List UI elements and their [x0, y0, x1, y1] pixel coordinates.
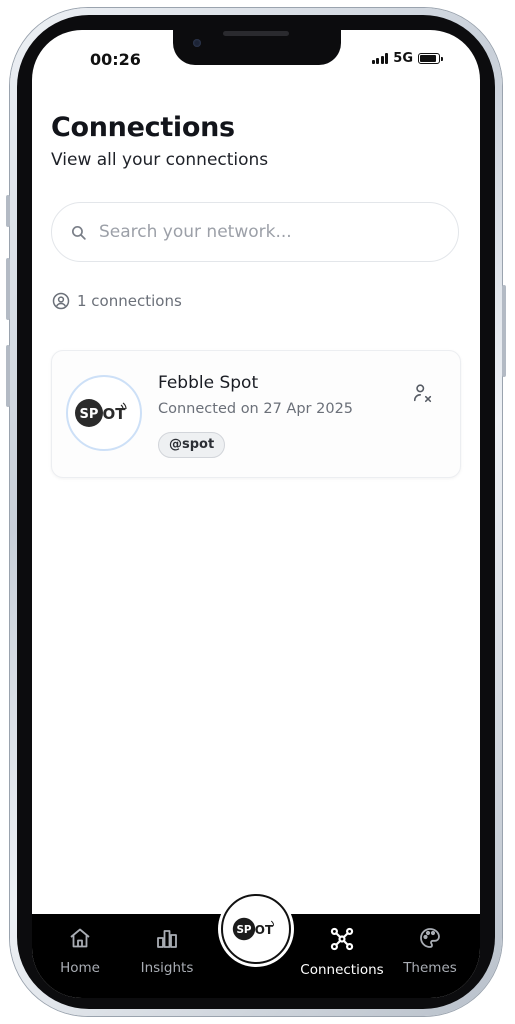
- power-button: [502, 285, 506, 377]
- search-input[interactable]: [97, 221, 441, 243]
- nav-insights-label: Insights: [140, 960, 194, 976]
- front-camera: [193, 39, 201, 47]
- user-remove-icon: [413, 384, 432, 403]
- svg-text:OT: OT: [255, 923, 274, 937]
- spot-logo-icon: SP OT: [75, 399, 127, 427]
- connections-count: 1 connections: [52, 292, 182, 310]
- bar-chart-icon: [157, 930, 177, 948]
- nav-themes[interactable]: Themes: [388, 926, 472, 976]
- status-indicators: 5G: [371, 51, 443, 66]
- nav-themes-label: Themes: [403, 960, 457, 976]
- connection-date: Connected on 27 Apr 2025: [158, 401, 354, 417]
- user-circle-icon: [52, 292, 70, 310]
- nav-connections-label: Connections: [300, 962, 384, 978]
- mute-switch: [6, 195, 10, 227]
- remove-connection-button[interactable]: [412, 382, 434, 408]
- svg-text:SP: SP: [80, 407, 99, 422]
- page-subtitle: View all your connections: [51, 150, 269, 170]
- page-title: Connections: [51, 112, 235, 143]
- connections-count-label: 1 connections: [77, 292, 182, 310]
- connection-handle-badge: @spot: [158, 432, 226, 458]
- network-icon: [330, 927, 354, 951]
- svg-text:SP: SP: [236, 924, 251, 936]
- signal-icon: [371, 53, 389, 64]
- nav-home-label: Home: [60, 960, 100, 976]
- notch: [173, 30, 341, 65]
- connection-name: Febble Spot: [158, 373, 259, 393]
- nav-insights[interactable]: Insights: [125, 926, 209, 976]
- battery-icon: [418, 53, 443, 64]
- phone-screen: 00:26 5G Connections View all your conne…: [32, 30, 480, 998]
- palette-icon: [420, 928, 440, 948]
- spot-logo-icon: SP OT: [232, 917, 275, 941]
- center-logo-button[interactable]: SP OT: [221, 894, 291, 964]
- nav-connections[interactable]: Connections: [300, 926, 384, 978]
- volume-down-button: [6, 345, 10, 407]
- volume-up-button: [6, 258, 10, 320]
- avatar: SP OT: [66, 375, 142, 451]
- network-type: 5G: [393, 51, 413, 66]
- connection-card[interactable]: SP OT Febble Spot Connected on 27 Apr 20…: [51, 350, 461, 478]
- nav-home[interactable]: Home: [38, 926, 122, 976]
- status-time: 00:26: [90, 50, 141, 69]
- search-icon: [71, 225, 86, 240]
- earpiece-speaker: [223, 31, 289, 36]
- home-icon: [70, 928, 90, 948]
- search-bar[interactable]: [51, 202, 459, 262]
